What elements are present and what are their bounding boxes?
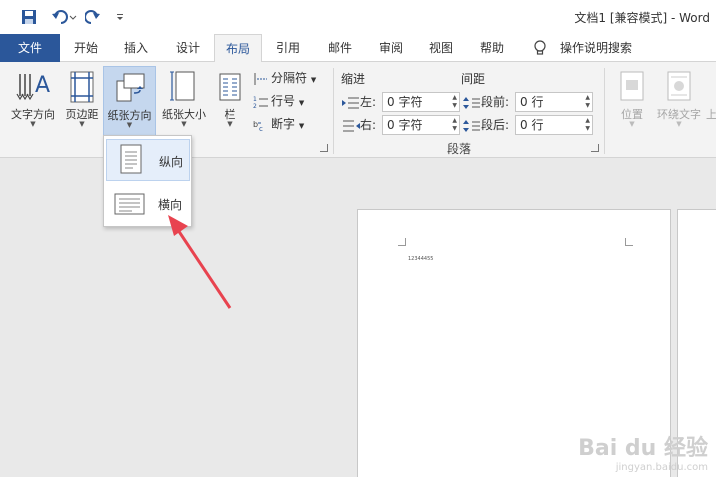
chevron-down-icon: ▼	[181, 120, 187, 128]
document-title: 文档1 [兼容模式] - Word	[574, 11, 710, 25]
text-direction-button[interactable]: A 文字方向 ▼	[6, 66, 60, 136]
chevron-down-icon: ▼	[310, 76, 317, 84]
breaks-button[interactable]: 分隔符 ▼	[253, 68, 316, 88]
document-text[interactable]: 12344455	[408, 256, 433, 262]
wrap-text-button[interactable]: 环绕文字 ▼	[652, 66, 706, 136]
chevron-down-icon: ▼	[227, 120, 233, 128]
customize-qat-icon[interactable]	[114, 8, 126, 26]
tab-references[interactable]: 引用	[270, 34, 306, 62]
indent-left-label: 左:	[342, 93, 376, 110]
indent-title: 缩进	[341, 72, 366, 86]
margins-icon	[69, 70, 95, 107]
tab-review[interactable]: 审阅	[372, 34, 410, 62]
spinner-icon[interactable]: ▲ ▼	[585, 117, 590, 133]
hyphenation-icon: bc	[253, 118, 269, 133]
size-button[interactable]: 纸张大小 ▼	[158, 66, 210, 136]
chevron-down-icon: ▼	[298, 99, 305, 107]
tab-file[interactable]: 文件	[0, 34, 60, 62]
margin-corner-mark	[398, 238, 406, 246]
chevron-down-icon: ▼	[126, 121, 133, 129]
paragraph-launcher[interactable]	[591, 144, 599, 152]
watermark-logo: Bai du 经验	[578, 436, 708, 461]
tab-insert[interactable]: 插入	[116, 34, 156, 62]
redo-icon[interactable]	[84, 8, 102, 26]
chevron-down-icon: ▼	[30, 120, 36, 128]
hyphenation-label: 断字	[271, 117, 296, 131]
watermark-url: jingyan.baidu.com	[615, 462, 708, 473]
tab-view[interactable]: 视图	[422, 34, 460, 62]
paragraph-group-label: 段落	[447, 142, 472, 156]
svg-text:b: b	[253, 120, 258, 129]
ribbon-tabs: 文件 开始 插入 设计 布局 引用 邮件 审阅 视图 帮助 操作说明搜索	[0, 34, 716, 63]
chevron-down-icon: ▼	[676, 120, 682, 128]
portrait-option[interactable]: 纵向	[106, 139, 190, 181]
position-icon	[619, 70, 645, 105]
breaks-label: 分隔符	[271, 71, 308, 85]
lightbulb-icon[interactable]	[530, 34, 550, 62]
svg-text:2: 2	[253, 103, 257, 109]
orientation-icon	[114, 71, 146, 108]
indent-right-label: 右:	[342, 116, 376, 133]
paper-size-icon	[170, 70, 198, 107]
bring-forward-button[interactable]: 上	[706, 66, 716, 136]
indent-right-field[interactable]: 0 字符 ▲ ▼	[382, 115, 460, 135]
spacing-before-label: 段前:	[463, 93, 509, 110]
chevron-down-icon: ▼	[79, 120, 85, 128]
line-numbers-label: 行号	[271, 94, 296, 108]
text-direction-icon: A	[15, 70, 51, 107]
save-icon[interactable]	[20, 8, 38, 26]
indent-left-field[interactable]: 0 字符 ▲ ▼	[382, 92, 460, 112]
breaks-icon	[253, 72, 269, 86]
position-button[interactable]: 位置 ▼	[612, 66, 652, 136]
tab-layout[interactable]: 布局	[214, 34, 262, 63]
tell-me-search[interactable]: 操作说明搜索	[556, 34, 636, 62]
spacing-after-label: 段后:	[463, 116, 509, 133]
bring-forward-label: 上	[706, 108, 716, 121]
chevron-down-icon: ▼	[629, 120, 635, 128]
spacing-after-field[interactable]: 0 行 ▲ ▼	[515, 115, 593, 135]
portrait-page-icon	[120, 144, 142, 174]
margins-button[interactable]: 页边距 ▼	[62, 66, 102, 136]
spinner-icon[interactable]: ▲ ▼	[452, 117, 457, 133]
title-bar: 文档1 [兼容模式] - Word	[0, 0, 716, 34]
svg-text:c: c	[259, 125, 263, 132]
indent-right-icon	[343, 120, 360, 131]
indent-left-icon	[342, 97, 359, 108]
tab-design[interactable]: 设计	[168, 34, 208, 62]
spinner-icon[interactable]: ▲ ▼	[585, 94, 590, 110]
svg-text:A: A	[35, 73, 50, 98]
spinner-icon[interactable]: ▲ ▼	[452, 94, 457, 110]
landscape-page-icon	[114, 193, 145, 215]
tab-mailings[interactable]: 邮件	[320, 34, 360, 62]
undo-icon[interactable]	[50, 8, 78, 26]
columns-button[interactable]: 栏 ▼	[214, 66, 246, 136]
spacing-after-icon	[463, 119, 480, 132]
spacing-before-icon	[463, 96, 480, 109]
columns-icon	[218, 70, 242, 107]
portrait-label: 纵向	[159, 155, 184, 169]
line-numbers-icon: 12	[253, 95, 269, 110]
tab-help[interactable]: 帮助	[472, 34, 512, 62]
hyphenation-button[interactable]: b c 断字 ▼	[253, 114, 304, 134]
spacing-title: 间距	[461, 72, 486, 86]
tab-home[interactable]: 开始	[68, 34, 104, 62]
chevron-down-icon: ▼	[298, 122, 305, 130]
annotation-arrow-icon	[168, 215, 232, 309]
wrap-text-icon	[666, 70, 692, 105]
orientation-button[interactable]: 纸张方向 ▼	[103, 66, 156, 140]
spacing-before-field[interactable]: 0 行 ▲ ▼	[515, 92, 593, 112]
page-setup-launcher[interactable]	[320, 144, 328, 152]
svg-text:1: 1	[253, 96, 257, 103]
group-separator	[604, 68, 605, 154]
line-numbers-button[interactable]: 1 2 行号 ▼	[253, 91, 304, 111]
baidu-watermark: Bai du 经验 jingyan.baidu.com	[578, 430, 708, 473]
margin-corner-mark	[625, 238, 633, 246]
group-separator	[333, 68, 334, 154]
